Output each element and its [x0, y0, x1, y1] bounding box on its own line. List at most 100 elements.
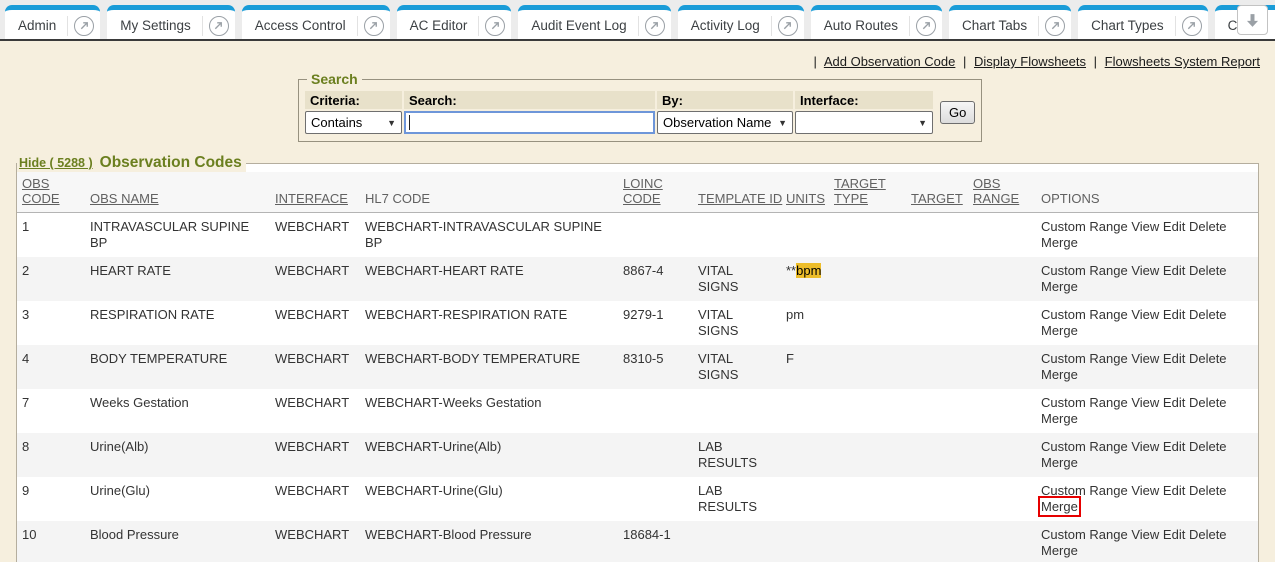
sort-link-loinc-code[interactable]: LOINC CODE — [623, 176, 663, 206]
by-select[interactable]: Observation Name ▼ — [657, 111, 793, 134]
sort-link-target[interactable]: TARGET — [911, 191, 963, 206]
tab-chart-tabs[interactable]: Chart Tabs — [949, 5, 1071, 41]
option-delete[interactable]: Delete — [1189, 307, 1227, 322]
link-add-observation-code[interactable]: Add Observation Code — [824, 54, 956, 69]
cell-obs-range — [968, 213, 1036, 258]
option-view[interactable]: View — [1131, 219, 1159, 234]
cell-obs-name: RESPIRATION RATE — [85, 301, 270, 345]
option-merge[interactable]: Merge — [1041, 235, 1078, 250]
cell-loinc-code — [618, 213, 693, 258]
open-in-new-window-icon[interactable] — [1182, 16, 1202, 36]
option-edit[interactable]: Edit — [1163, 395, 1185, 410]
sort-link-interface[interactable]: INTERFACE — [275, 191, 348, 206]
search-input[interactable] — [404, 111, 655, 134]
open-in-new-window-icon[interactable] — [364, 16, 384, 36]
cell-obs-range — [968, 477, 1036, 521]
tab-activity-log[interactable]: Activity Log — [678, 5, 804, 41]
option-edit[interactable]: Edit — [1163, 219, 1185, 234]
hide-count-link[interactable]: Hide ( 5288 ) — [19, 156, 93, 170]
option-custom-range[interactable]: Custom Range — [1041, 219, 1128, 234]
sort-link-units[interactable]: UNITS — [786, 191, 825, 206]
option-delete[interactable]: Delete — [1189, 219, 1227, 234]
tab-label: AC Editor — [410, 18, 468, 33]
option-custom-range[interactable]: Custom Range — [1041, 307, 1128, 322]
tab-divider — [1175, 16, 1176, 36]
open-in-new-window-icon[interactable] — [209, 16, 229, 36]
tab-access-control[interactable]: Access Control — [242, 5, 390, 41]
open-in-new-window-icon[interactable] — [485, 16, 505, 36]
sort-link-target-type[interactable]: TARGET TYPE — [834, 176, 886, 206]
cell-hl7-code: WEBCHART-RESPIRATION RATE — [360, 301, 618, 345]
tab-chart-types[interactable]: Chart Types — [1078, 5, 1208, 41]
option-view[interactable]: View — [1131, 439, 1159, 454]
option-merge[interactable]: Merge — [1041, 367, 1078, 382]
cell-template-id — [693, 389, 781, 433]
open-in-new-window-icon[interactable] — [916, 16, 936, 36]
tab-label: Chart Types — [1091, 18, 1164, 33]
sort-link-obs-range[interactable]: OBS RANGE — [973, 176, 1019, 206]
tab-auto-routes[interactable]: Auto Routes — [811, 5, 942, 41]
option-edit[interactable]: Edit — [1163, 263, 1185, 278]
sort-link-obs-name[interactable]: OBS NAME — [90, 191, 159, 206]
cell-interface: WEBCHART — [270, 389, 360, 433]
tab-overflow-button[interactable] — [1237, 5, 1268, 35]
table-header-row: OBS CODEOBS NAMEINTERFACEHL7 CODELOINC C… — [17, 172, 1258, 213]
open-in-new-window-icon[interactable] — [778, 16, 798, 36]
option-custom-range[interactable]: Custom Range — [1041, 527, 1128, 542]
criteria-select[interactable]: Contains ▼ — [305, 111, 402, 134]
go-button[interactable]: Go — [940, 101, 975, 124]
cell-loinc-code — [618, 477, 693, 521]
tab-ac-editor[interactable]: AC Editor — [397, 5, 512, 41]
tab-admin[interactable]: Admin — [5, 5, 100, 41]
tab-audit-event-log[interactable]: Audit Event Log — [518, 5, 670, 41]
cell-obs-range — [968, 301, 1036, 345]
option-edit[interactable]: Edit — [1163, 483, 1185, 498]
tab-label: My Settings — [120, 18, 191, 33]
option-merge[interactable]: Merge — [1041, 323, 1078, 338]
option-delete[interactable]: Delete — [1189, 395, 1227, 410]
link-display-flowsheets[interactable]: Display Flowsheets — [974, 54, 1086, 69]
option-delete[interactable]: Delete — [1189, 263, 1227, 278]
option-view[interactable]: View — [1131, 483, 1159, 498]
interface-select[interactable]: ▼ — [795, 111, 933, 134]
option-delete[interactable]: Delete — [1189, 439, 1227, 454]
option-view[interactable]: View — [1131, 307, 1159, 322]
link-flowsheets-system-report[interactable]: Flowsheets System Report — [1105, 54, 1260, 69]
cell-obs-name: INTRAVASCULAR SUPINE BP — [85, 213, 270, 258]
option-custom-range[interactable]: Custom Range — [1041, 351, 1128, 366]
option-edit[interactable]: Edit — [1163, 527, 1185, 542]
open-in-new-window-icon[interactable] — [1045, 16, 1065, 36]
option-merge[interactable]: Merge — [1041, 455, 1078, 470]
option-delete[interactable]: Delete — [1189, 527, 1227, 542]
option-merge[interactable]: Merge — [1041, 411, 1078, 426]
option-delete[interactable]: Delete — [1189, 483, 1227, 498]
option-view[interactable]: View — [1131, 527, 1159, 542]
open-in-new-window-icon[interactable] — [74, 16, 94, 36]
option-merge[interactable]: Merge — [1041, 499, 1078, 514]
option-custom-range[interactable]: Custom Range — [1041, 483, 1128, 498]
option-edit[interactable]: Edit — [1163, 351, 1185, 366]
cell-units: F — [781, 345, 829, 389]
sort-link-template-id[interactable]: TEMPLATE ID — [698, 191, 782, 206]
cell-template-id: VITAL SIGNS — [693, 257, 781, 301]
option-merge[interactable]: Merge — [1041, 543, 1078, 558]
open-in-new-window-icon[interactable] — [645, 16, 665, 36]
option-custom-range[interactable]: Custom Range — [1041, 439, 1128, 454]
cell-obs-range — [968, 389, 1036, 433]
option-edit[interactable]: Edit — [1163, 439, 1185, 454]
column-header-obs-range: OBS RANGE — [968, 172, 1036, 213]
option-custom-range[interactable]: Custom Range — [1041, 395, 1128, 410]
option-view[interactable]: View — [1131, 351, 1159, 366]
option-merge[interactable]: Merge — [1041, 279, 1078, 294]
tab-my-settings[interactable]: My Settings — [107, 5, 235, 41]
cell-obs-code: 10 — [17, 521, 85, 562]
cell-hl7-code: WEBCHART-HEART RATE — [360, 257, 618, 301]
cell-loinc-code: 8867-4 — [618, 257, 693, 301]
option-custom-range[interactable]: Custom Range — [1041, 263, 1128, 278]
text-caret — [409, 115, 410, 130]
option-delete[interactable]: Delete — [1189, 351, 1227, 366]
option-view[interactable]: View — [1131, 395, 1159, 410]
option-edit[interactable]: Edit — [1163, 307, 1185, 322]
option-view[interactable]: View — [1131, 263, 1159, 278]
sort-link-obs-code[interactable]: OBS CODE — [22, 176, 60, 206]
